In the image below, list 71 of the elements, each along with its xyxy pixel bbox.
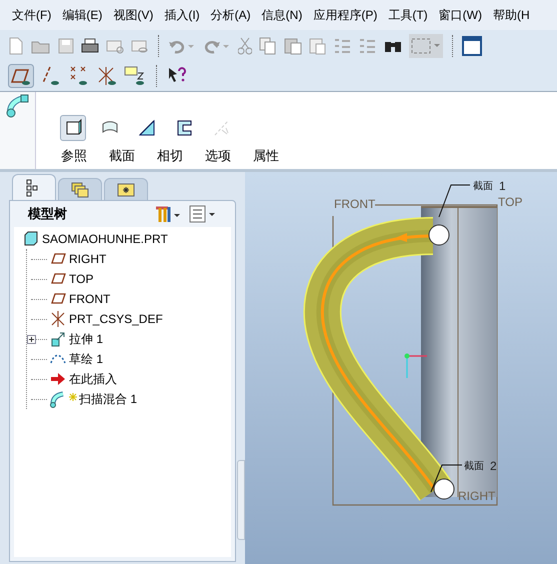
extrude-icon <box>49 330 67 348</box>
collapse-handle[interactable] <box>237 460 245 540</box>
section-marker <box>428 224 450 246</box>
datum-plane-icon[interactable] <box>8 64 34 88</box>
tool-button[interactable] <box>60 114 86 140</box>
stacked-folders-icon <box>70 180 90 200</box>
folder-tab[interactable] <box>58 178 102 200</box>
box-select-icon[interactable] <box>409 34 443 58</box>
section-number: 2 <box>490 459 497 473</box>
sketch-icon <box>50 354 66 364</box>
tree-item[interactable]: TOP <box>69 270 94 288</box>
direction-arrow-icon <box>395 233 407 242</box>
section-number: 1 <box>499 179 506 193</box>
paste-icon[interactable] <box>284 37 302 55</box>
new-file-icon[interactable] <box>8 37 24 55</box>
copy-icon[interactable] <box>259 37 277 55</box>
tree-tab[interactable] <box>12 174 56 200</box>
section-label: 截面 <box>464 461 484 472</box>
menu-item[interactable]: 插入(I) <box>164 6 200 24</box>
panel-tab[interactable]: 选项 <box>205 146 231 165</box>
datum-points-icon[interactable] <box>68 65 90 87</box>
favorites-tab[interactable] <box>104 178 148 200</box>
menu-item[interactable]: 信息(N) <box>262 6 302 24</box>
coordinate-axes-drawing <box>404 354 427 378</box>
coordinate-system-icon <box>49 310 67 328</box>
expand-icon[interactable] <box>27 334 36 344</box>
coordinate-system-icon[interactable] <box>96 65 118 87</box>
menu-item[interactable]: 视图(V) <box>113 6 154 24</box>
datum-label: TOP <box>498 195 522 209</box>
redo-icon[interactable] <box>203 38 231 54</box>
section-label: 截面 <box>473 181 493 192</box>
menu-item[interactable]: 编辑(E) <box>62 6 102 24</box>
undo-icon[interactable] <box>168 38 196 54</box>
datum-label: RIGHT <box>458 489 496 503</box>
section-marker <box>434 478 454 500</box>
tree-item[interactable]: 在此插入 <box>69 370 117 388</box>
tangent-triangle-icon <box>138 118 156 138</box>
tree-item[interactable]: 扫描混合 1 <box>79 390 138 408</box>
tree-item[interactable]: 草绘 1 <box>69 350 104 368</box>
tree-item[interactable]: FRONT <box>69 290 110 308</box>
panel-tab[interactable]: 截面 <box>109 146 135 165</box>
tree-item[interactable]: PRT_CSYS_DEF <box>69 310 163 328</box>
tools-dropdown-icon[interactable] <box>155 205 181 223</box>
insert-arrow-icon <box>49 370 67 388</box>
menu-item[interactable]: 窗口(W) <box>438 6 482 24</box>
reference-cube-icon <box>64 118 82 138</box>
datum-label: FRONT <box>334 197 376 211</box>
menu-item[interactable]: 文件(F) <box>12 6 52 24</box>
menu-item[interactable]: 工具(T) <box>388 6 428 24</box>
scissors-icon[interactable] <box>238 37 252 55</box>
tree-item[interactable]: 拉伸 1 <box>69 330 104 348</box>
bracket-shape-icon <box>175 118 193 138</box>
tree-item[interactable]: SAOMIAOHUNHE.PRT <box>42 230 168 248</box>
leader-line <box>438 184 470 218</box>
window-icon[interactable] <box>462 36 482 56</box>
menu-item[interactable]: 分析(A) <box>210 6 251 24</box>
part-icon <box>22 230 40 248</box>
panel-title: 模型树 <box>28 205 67 224</box>
panel-tab[interactable]: 属性 <box>253 146 279 165</box>
menu-item[interactable]: 帮助(H <box>492 6 530 24</box>
menu-item[interactable]: 应用程序(P) <box>313 6 378 24</box>
panel-tab[interactable]: 参照 <box>61 146 87 165</box>
sweep-blend-icon <box>6 94 30 118</box>
panel-tab[interactable]: 相切 <box>157 146 183 165</box>
leader-line <box>430 464 462 492</box>
datum-axis-icon[interactable] <box>40 65 62 87</box>
print-icon[interactable] <box>81 38 99 54</box>
note-icon[interactable] <box>124 65 146 87</box>
tree-item[interactable]: RIGHT <box>69 250 106 268</box>
save-icon[interactable] <box>58 38 74 54</box>
list-dropdown-icon[interactable] <box>189 205 217 223</box>
